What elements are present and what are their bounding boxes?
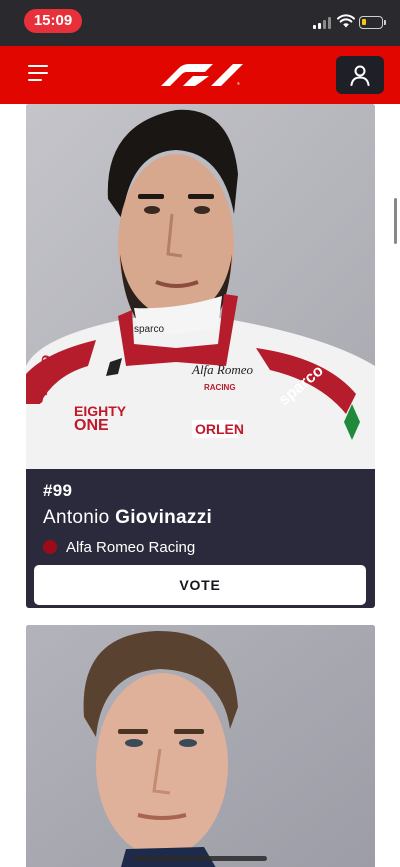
svg-text:ORLEN: ORLEN	[195, 421, 244, 437]
svg-text:RACING: RACING	[204, 383, 236, 392]
driver-last-name: Giovinazzi	[115, 507, 213, 528]
driver-photo: sparco Alfa Romeo RACING EIGHTY ONE ORLE…	[26, 104, 375, 469]
battery-icon	[359, 16, 386, 29]
driver-photo	[26, 625, 375, 867]
svg-text:Alfa Romeo: Alfa Romeo	[191, 362, 254, 377]
driver-card	[26, 625, 375, 867]
cellular-signal-icon	[313, 17, 333, 29]
page-scrollbar[interactable]	[394, 198, 397, 244]
status-bar: 15:09	[0, 0, 400, 46]
team-row: Alfa Romeo Racing	[43, 538, 358, 556]
status-time: 15:09	[24, 9, 82, 33]
driver-name: Antonio Giovinazzi	[43, 507, 358, 531]
driver-number: #99	[43, 481, 73, 500]
driver-list[interactable]: sparco Alfa Romeo RACING EIGHTY ONE ORLE…	[0, 104, 400, 867]
svg-text:sparco: sparco	[134, 324, 164, 335]
driver-card: sparco Alfa Romeo RACING EIGHTY ONE ORLE…	[26, 104, 375, 608]
driver-first-name: Antonio	[43, 507, 110, 528]
app-header: ®	[0, 46, 400, 104]
driver-info: #99 Antonio Giovinazzi Alfa Romeo Racing…	[26, 469, 375, 605]
vote-button[interactable]: VOTE	[34, 565, 366, 605]
f1-logo[interactable]: ®	[157, 64, 243, 86]
user-account-button[interactable]	[336, 56, 384, 94]
svg-text:®: ®	[237, 81, 240, 86]
wifi-icon	[337, 14, 355, 28]
svg-text:ONE: ONE	[74, 417, 109, 434]
team-name: Alfa Romeo Racing	[66, 538, 196, 556]
hamburger-menu-icon[interactable]	[28, 64, 52, 84]
home-indicator[interactable]	[133, 856, 267, 861]
team-color-dot	[43, 540, 57, 554]
user-account-icon	[350, 65, 370, 86]
